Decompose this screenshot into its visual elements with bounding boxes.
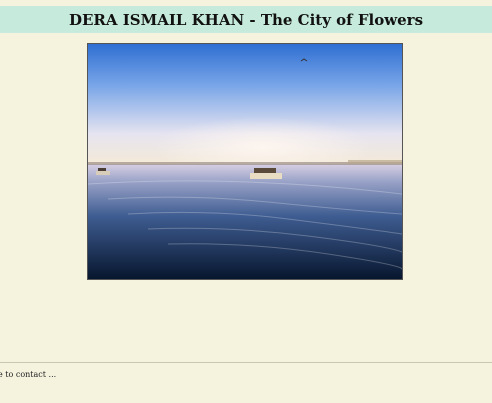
page-title: DERA ISMAIL KHAN - The City of Flowers <box>68 10 424 29</box>
page: DERA ISMAIL KHAN - The City of Flowers e… <box>0 0 492 403</box>
contact-link[interactable]: e to contact ... <box>0 370 56 379</box>
footer-divider <box>0 362 492 363</box>
river-photo <box>87 43 403 280</box>
site-header: DERA ISMAIL KHAN - The City of Flowers <box>0 6 492 33</box>
